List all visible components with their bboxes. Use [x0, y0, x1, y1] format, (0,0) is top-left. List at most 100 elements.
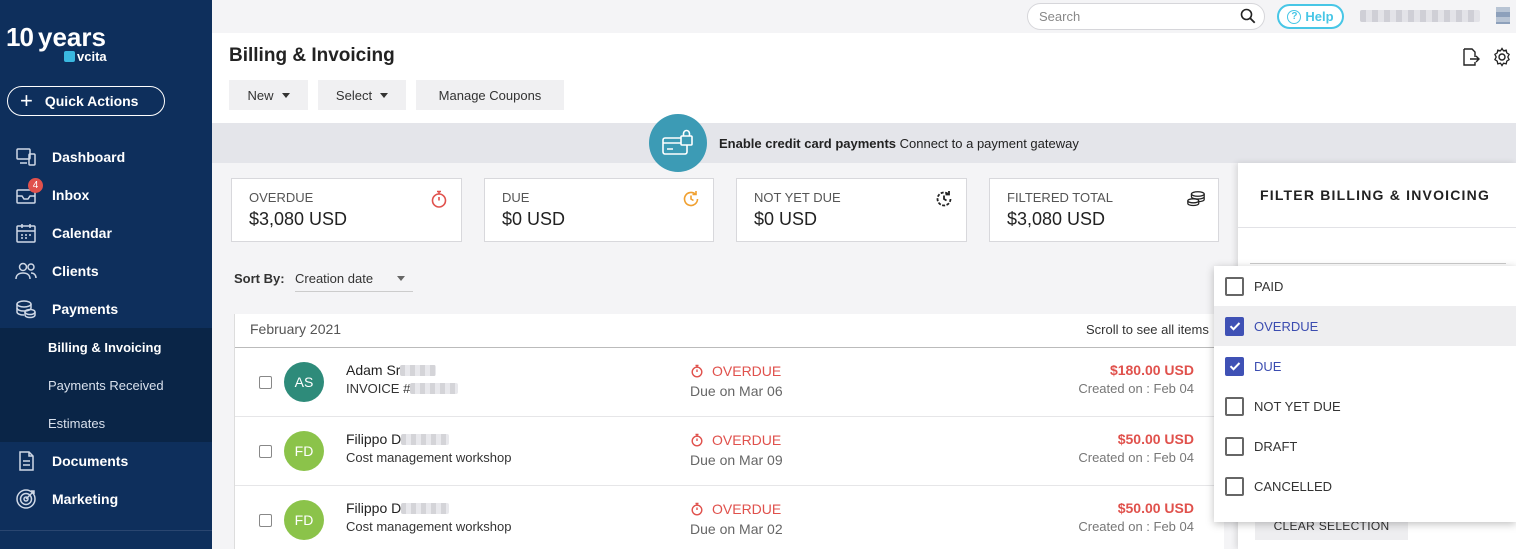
due-card[interactable]: DUE $0 USD — [484, 178, 714, 242]
overdue-card[interactable]: OVERDUE $3,080 USD — [231, 178, 462, 242]
select-button[interactable]: Select — [318, 80, 406, 110]
invoice-subtitle: Cost management workshop — [346, 450, 512, 465]
filter-option-paid[interactable]: PAID — [1214, 266, 1516, 306]
row-checkbox[interactable] — [259, 514, 272, 527]
row-checkbox[interactable] — [259, 445, 272, 458]
sidebar-item-clients[interactable]: Clients — [0, 252, 212, 290]
sidebar-subitem-estimates[interactable]: Estimates — [0, 404, 212, 442]
option-label: NOT YET DUE — [1254, 398, 1341, 414]
filter-title: FILTER BILLING & INVOICING — [1260, 187, 1491, 203]
gear-icon[interactable] — [1492, 47, 1512, 67]
sidebar-item-label: Inbox — [52, 187, 90, 203]
checkbox[interactable] — [1225, 396, 1244, 416]
table-row[interactable]: FD Filippo D Cost management workshop OV… — [235, 417, 1224, 486]
sort-value: Creation date — [295, 271, 374, 286]
sidebar-item-dashboard[interactable]: Dashboard — [0, 138, 212, 176]
new-button[interactable]: New — [229, 80, 308, 110]
month-header: February 2021 Scroll to see all items — [235, 314, 1224, 348]
option-label: DUE — [1254, 358, 1282, 374]
search-input[interactable] — [1027, 3, 1265, 30]
chevron-down-icon — [281, 92, 290, 98]
filter-option-due[interactable]: DUE — [1214, 346, 1516, 386]
sidebar-item-marketing[interactable]: Marketing — [0, 480, 212, 518]
filter-option-draft[interactable]: DRAFT — [1214, 426, 1516, 466]
topbar: ?Help — [212, 0, 1516, 33]
quick-actions-button[interactable]: + Quick Actions — [7, 86, 165, 116]
invoice-amount: $50.00 USD — [1117, 500, 1194, 516]
stopwatch-icon — [691, 502, 703, 516]
redacted-text — [410, 383, 459, 394]
table-row[interactable]: FD Filippo D Cost management workshop OV… — [235, 486, 1224, 549]
invoice-subtitle-text: INVOICE # — [346, 381, 411, 396]
client-name: Filippo D — [346, 500, 450, 516]
banner-link-text: Connect to a payment gateway — [896, 136, 1079, 151]
sidebar-item-documents[interactable]: Documents — [0, 442, 212, 480]
checkbox[interactable] — [1225, 476, 1244, 496]
checkbox[interactable] — [1225, 316, 1244, 336]
sidebar-nav: Dashboard 4 Inbox Calendar Clients Payme… — [0, 138, 212, 518]
status-badge: OVERDUE — [690, 432, 781, 448]
scroll-hint: Scroll to see all items — [1086, 322, 1209, 337]
client-name: Filippo D — [346, 431, 450, 447]
payment-gateway-banner[interactable]: Enable credit card payments Connect to a… — [212, 114, 1516, 172]
page-title: Billing & Invoicing — [229, 45, 395, 66]
status-badge: OVERDUE — [690, 501, 781, 517]
user-name-redacted[interactable] — [1360, 10, 1480, 22]
clock-forward-icon — [936, 191, 952, 207]
filter-option-overdue[interactable]: OVERDUE — [1214, 306, 1516, 346]
status-badge: OVERDUE — [690, 363, 781, 379]
checkbox[interactable] — [1225, 276, 1244, 296]
credit-card-lock-icon — [649, 114, 707, 172]
export-icon[interactable] — [1460, 47, 1480, 67]
search-icon[interactable] — [1240, 8, 1256, 24]
card-label: NOT YET DUE — [754, 190, 841, 205]
filtered-total-card[interactable]: FILTERED TOTAL $3,080 USD — [989, 178, 1219, 242]
checkbox[interactable] — [1225, 356, 1244, 376]
row-checkbox[interactable] — [259, 376, 272, 389]
redacted-text — [400, 365, 437, 376]
quick-actions-label: Quick Actions — [44, 93, 139, 109]
filter-option-not-yet-due[interactable]: NOT YET DUE — [1214, 386, 1516, 426]
card-label: DUE — [502, 190, 530, 205]
sidebar-subitem-payments-received[interactable]: Payments Received — [0, 366, 212, 404]
client-name-text: Adam Sr — [346, 362, 401, 378]
table-row[interactable]: AS Adam Sr INVOICE # OVERDUE Due on Mar … — [235, 348, 1224, 417]
sidebar-subitem-billing-invoicing[interactable]: Billing & Invoicing — [0, 328, 212, 366]
card-label: OVERDUE — [249, 190, 314, 205]
sidebar-item-payments[interactable]: Payments — [0, 290, 212, 328]
checkbox[interactable] — [1225, 436, 1244, 456]
option-label: OVERDUE — [1254, 318, 1319, 334]
filter-option-cancelled[interactable]: CANCELLED — [1214, 466, 1516, 506]
status-filter-field[interactable] — [1250, 263, 1506, 264]
client-name-text: Filippo D — [346, 431, 402, 447]
check-icon — [1229, 322, 1240, 331]
dashboard-icon — [14, 145, 38, 169]
created-date: Created on : Feb 04 — [1078, 519, 1194, 534]
invoice-amount: $50.00 USD — [1117, 431, 1194, 447]
help-button[interactable]: ? Help — [1277, 4, 1344, 29]
user-avatar[interactable] — [1496, 7, 1510, 24]
avatar: AS — [284, 362, 324, 402]
sidebar-item-label: Marketing — [52, 491, 119, 507]
card-value: $3,080 USD — [249, 209, 348, 229]
chevron-down-icon — [380, 92, 389, 98]
sidebar: 10 years vcita + Quick Actions Dashboard… — [0, 0, 212, 549]
logo[interactable]: 10 years vcita — [6, 22, 126, 64]
avatar: FD — [284, 431, 324, 471]
status-text: OVERDUE — [712, 501, 782, 517]
marketing-target-icon — [14, 487, 38, 511]
card-value: $3,080 USD — [1007, 209, 1106, 229]
sidebar-item-calendar[interactable]: Calendar — [0, 214, 212, 252]
sidebar-item-label: Calendar — [52, 225, 112, 241]
coins-icon — [1187, 191, 1205, 207]
stopwatch-icon — [691, 364, 703, 378]
logo-ten: 10 — [6, 22, 34, 52]
not-yet-due-card[interactable]: NOT YET DUE $0 USD — [736, 178, 967, 242]
manage-coupons-button[interactable]: Manage Coupons — [416, 80, 564, 110]
sidebar-item-label: Documents — [52, 453, 129, 469]
sort-select[interactable]: Creation date — [295, 264, 413, 292]
stopwatch-icon — [431, 190, 447, 208]
logo-brand-text: vcita — [77, 49, 107, 64]
due-date: Due on Mar 09 — [690, 452, 783, 468]
sidebar-item-inbox[interactable]: 4 Inbox — [0, 176, 212, 214]
